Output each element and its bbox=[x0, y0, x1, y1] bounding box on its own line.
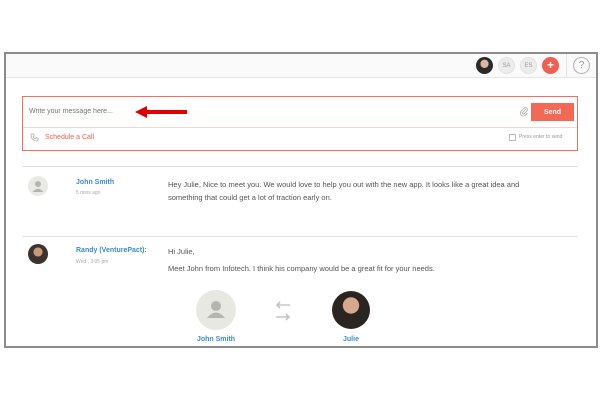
user-placeholder-icon bbox=[207, 301, 225, 318]
message-author[interactable]: John Smith bbox=[76, 179, 114, 186]
phone-icon bbox=[30, 133, 39, 142]
avatar bbox=[28, 244, 48, 264]
message-body: Hi Julie, Meet John from Infotech. I thi… bbox=[168, 245, 568, 275]
intro-name-john[interactable]: John Smith bbox=[186, 336, 246, 343]
user-avatar-photo[interactable] bbox=[476, 57, 493, 74]
paperclip-icon[interactable] bbox=[519, 107, 529, 117]
intro-name-julie[interactable]: Julie bbox=[321, 336, 381, 343]
message-line: something that could get a lot of tracti… bbox=[168, 193, 332, 202]
intro-avatar-julie[interactable] bbox=[332, 291, 370, 329]
top-bar: SA ES + ? bbox=[6, 54, 596, 78]
message-time: Wed , 3:05 pm bbox=[76, 259, 109, 265]
user-avatar-es[interactable]: ES bbox=[520, 57, 537, 74]
press-enter-checkbox[interactable] bbox=[509, 134, 516, 141]
header-separator bbox=[566, 54, 567, 78]
message-line: Hi Julie, bbox=[168, 247, 195, 256]
app-window: SA ES + ? Send Schedule a Call Press ent… bbox=[4, 52, 598, 348]
user-avatar-sa[interactable]: SA bbox=[498, 57, 515, 74]
intro-avatar-john[interactable] bbox=[196, 290, 236, 330]
message-time: 5 mins ago bbox=[76, 190, 101, 196]
user-placeholder-icon bbox=[32, 181, 44, 192]
swap-arrows-icon bbox=[275, 301, 291, 321]
composer-divider bbox=[23, 127, 577, 128]
message-line: Hey Julie, Nice to meet you. We would lo… bbox=[168, 180, 520, 189]
section-divider bbox=[22, 166, 578, 167]
avatar bbox=[28, 176, 48, 196]
add-participant-button[interactable]: + bbox=[542, 57, 559, 74]
schedule-call-link[interactable]: Schedule a Call bbox=[45, 134, 94, 141]
arrow-left-icon bbox=[135, 106, 187, 118]
message-author[interactable]: Randy (VenturePact): bbox=[76, 247, 147, 254]
press-enter-label: Press enter to send bbox=[519, 134, 563, 140]
send-button[interactable]: Send bbox=[531, 103, 574, 121]
message-divider bbox=[22, 236, 578, 237]
message-body: Hey Julie, Nice to meet you. We would lo… bbox=[168, 178, 568, 204]
help-icon[interactable]: ? bbox=[573, 57, 590, 74]
message-composer: Send Schedule a Call Press enter to send bbox=[22, 96, 578, 151]
message-input[interactable] bbox=[23, 97, 493, 125]
message-line: Meet John from Infotech. I think his com… bbox=[168, 264, 435, 273]
